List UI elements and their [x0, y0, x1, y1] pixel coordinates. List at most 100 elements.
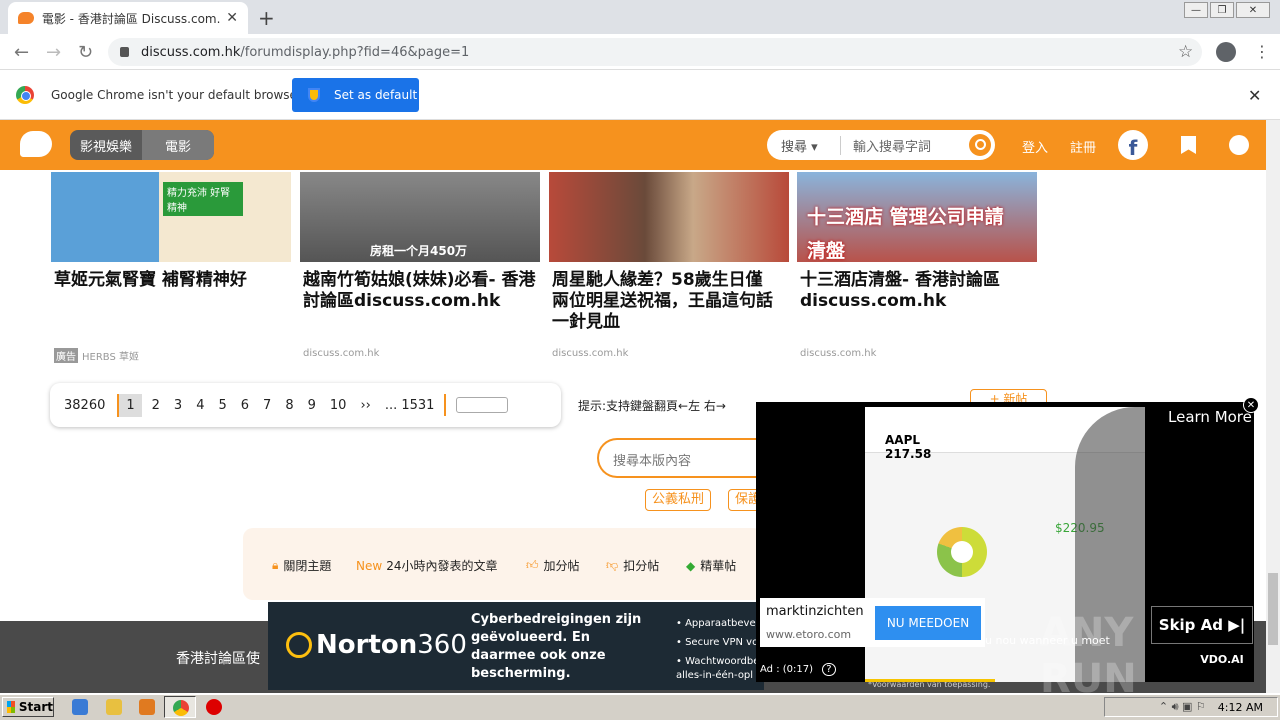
- video-subtitle: u nou wanneer u moet: [985, 634, 1110, 647]
- thumbs-up-icon: 👍︎: [526, 558, 539, 572]
- infobar-close-icon[interactable]: ✕: [1248, 86, 1261, 105]
- windows-logo-icon: [7, 701, 15, 713]
- page-link[interactable]: 10: [330, 398, 347, 413]
- vdo-ai-logo: VDO.AI: [1192, 653, 1252, 670]
- forward-arrow-icon[interactable]: →: [46, 42, 61, 63]
- folder-icon[interactable]: [106, 699, 122, 715]
- info-icon[interactable]: ?: [822, 663, 836, 676]
- page-current: 1: [117, 393, 142, 417]
- new-tab-button[interactable]: +: [258, 6, 275, 30]
- legend-featured: ◆ 精華帖: [686, 558, 737, 574]
- card-source: 廣告 HERBS 草姬: [54, 348, 139, 363]
- category-nav: 影視娛樂 電影: [70, 130, 214, 160]
- last-page-link[interactable]: ... 1531: [385, 398, 435, 413]
- ie-icon[interactable]: [72, 699, 88, 715]
- system-tray: ⌃ 🔊︎ ▣ ⚐ 4:12 AM: [1104, 697, 1278, 717]
- card-source: discuss.com.hk: [800, 348, 877, 359]
- pagination: 38260 1 2 3 4 5 6 7 8 9 10 ›› ... 1531: [50, 383, 561, 427]
- card-title[interactable]: 越南竹筍姑娘(妹妹)必看- 香港討論區discuss.com.hk: [303, 270, 538, 312]
- page-jump-input[interactable]: [456, 397, 509, 413]
- ad-badge: 廣告: [54, 348, 78, 363]
- url-host: discuss.com.hk: [141, 44, 241, 60]
- board-search-input[interactable]: 搜尋本版內容: [597, 438, 767, 478]
- facebook-icon[interactable]: f: [1118, 130, 1148, 160]
- card-image[interactable]: 房租一个月450万: [300, 172, 540, 262]
- norton-check-icon: [286, 632, 312, 658]
- history-clock-icon[interactable]: [1229, 135, 1249, 155]
- thread-total: 38260: [64, 397, 106, 413]
- lock-icon: [120, 47, 129, 57]
- card-title[interactable]: 周星馳人緣差？58歲生日僅兩位明星送祝福，王晶這句話一針見血: [552, 270, 777, 333]
- search-input[interactable]: 輸入搜尋字詞: [853, 136, 969, 155]
- discuss-logo-icon[interactable]: [20, 131, 52, 157]
- advertiser-url: www.etoro.com: [766, 628, 852, 641]
- ad-close-icon[interactable]: ✕: [1243, 397, 1259, 413]
- tag-button[interactable]: 公義私刑: [645, 489, 712, 511]
- search-icon[interactable]: [969, 134, 991, 156]
- norton-bullets: • Apparaatbeveili • Secure VPN voo • Wac…: [676, 618, 765, 681]
- infobar-message: Google Chrome isn't your default browser: [51, 88, 302, 102]
- pager-divider: [444, 394, 447, 416]
- gem-icon: ◆: [686, 558, 696, 573]
- bookmark-star-icon[interactable]: ☆: [1178, 42, 1193, 62]
- menu-dots-icon[interactable]: ⋮: [1254, 42, 1270, 61]
- tray-icons[interactable]: ⌃ 🔊︎ ▣ ⚐: [1159, 700, 1206, 714]
- card-image[interactable]: 十三酒店 管理公司申請清盤: [797, 172, 1037, 262]
- ad-cta-button[interactable]: NU MEEDOEN: [875, 606, 981, 640]
- nav-entertainment[interactable]: 影視娛樂: [70, 130, 142, 160]
- skip-ad-button[interactable]: Skip Ad ▶|: [1151, 606, 1253, 644]
- lock-icon: 🔒︎: [272, 558, 279, 572]
- address-bar[interactable]: discuss.com.hk/forumdisplay.php?fid=46&p…: [108, 38, 1202, 66]
- set-default-label: Set as default: [334, 88, 418, 102]
- reload-icon[interactable]: ↻: [78, 42, 93, 63]
- register-link[interactable]: 註冊: [1070, 137, 1096, 156]
- chrome-logo-icon: [16, 86, 34, 104]
- page-link[interactable]: 3: [174, 398, 182, 413]
- page-link[interactable]: 5: [218, 398, 226, 413]
- url-path: /forumdisplay.php?fid=46&page=1: [240, 44, 470, 60]
- ad-progress-bar: [865, 679, 995, 682]
- window-close-button[interactable]: ✕: [1236, 2, 1270, 18]
- clock: 4:12 AM: [1217, 700, 1263, 714]
- chrome-icon: [173, 700, 189, 716]
- search-scope-select[interactable]: 搜尋 ▾: [781, 135, 841, 155]
- card-image[interactable]: [549, 172, 789, 262]
- card-title[interactable]: 十三酒店清盤- 香港討論區discuss.com.hk: [800, 270, 1035, 312]
- browser-tab[interactable]: 電影 - 香港討論區 Discuss.com.hk - ✕: [8, 2, 248, 34]
- page-link[interactable]: 4: [196, 398, 204, 413]
- nav-movies[interactable]: 電影: [142, 130, 214, 160]
- chrome-taskbar-button[interactable]: [164, 696, 196, 718]
- page-link[interactable]: 6: [241, 398, 249, 413]
- page-link[interactable]: 7: [263, 398, 271, 413]
- legend-minus: 👎︎ 扣分帖: [606, 558, 660, 573]
- legend-plus: 👍︎ 加分帖: [526, 558, 580, 573]
- maximize-button[interactable]: ❐: [1210, 2, 1234, 18]
- card-source: discuss.com.hk: [552, 348, 629, 359]
- page-link[interactable]: 9: [308, 398, 316, 413]
- warning-app-icon[interactable]: [206, 699, 222, 715]
- login-link[interactable]: 登入: [1022, 137, 1048, 156]
- minimize-button[interactable]: —: [1184, 2, 1208, 18]
- set-as-default-button[interactable]: Set as default: [292, 78, 419, 112]
- thumbs-down-icon: 👎︎: [606, 558, 619, 572]
- norton-headline: Cyberbedreigingen zijn geëvolueerd. En d…: [471, 612, 642, 681]
- profile-avatar-icon[interactable]: [1216, 42, 1236, 62]
- card-title[interactable]: 草姬元氣腎寶 補腎精神好: [54, 270, 289, 291]
- donut-chart-graphic: [937, 527, 987, 577]
- advertiser-name: marktinzichten: [766, 604, 864, 619]
- card-image[interactable]: 精力充沛 好腎精神: [51, 172, 291, 262]
- media-player-icon[interactable]: [139, 699, 155, 715]
- discuss-favicon-icon: [18, 12, 34, 24]
- tab-close-icon[interactable]: ✕: [226, 10, 238, 26]
- page-link[interactable]: 8: [285, 398, 293, 413]
- next-page-link[interactable]: ››: [360, 398, 370, 413]
- legend-closed: 🔒︎ 關閉主題: [272, 558, 332, 573]
- shield-icon: [308, 88, 320, 102]
- learn-more-link[interactable]: Learn More: [1168, 408, 1252, 426]
- start-button[interactable]: Start: [2, 697, 54, 717]
- page-link[interactable]: 2: [152, 398, 160, 413]
- back-arrow-icon[interactable]: ←: [14, 42, 29, 63]
- scrollbar-thumb[interactable]: [1268, 573, 1278, 645]
- footer-text: 香港討論區使: [176, 651, 260, 667]
- tab-title: 電影 - 香港討論區 Discuss.com.hk -: [41, 11, 221, 26]
